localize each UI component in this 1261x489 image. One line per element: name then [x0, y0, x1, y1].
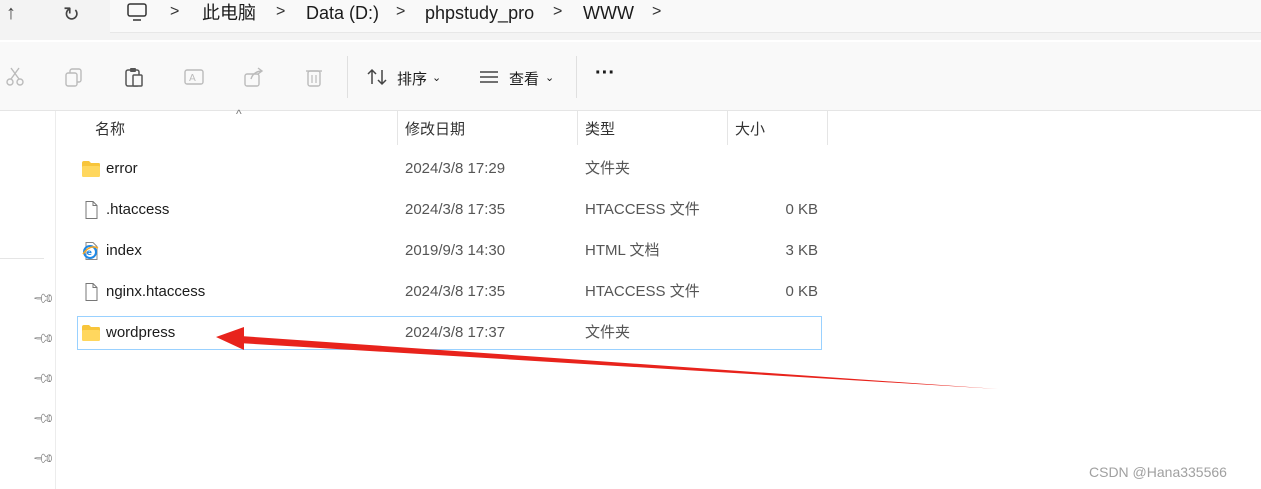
annotation-arrow [216, 327, 998, 389]
watermark: CSDN @Hana335566 [1089, 464, 1227, 480]
